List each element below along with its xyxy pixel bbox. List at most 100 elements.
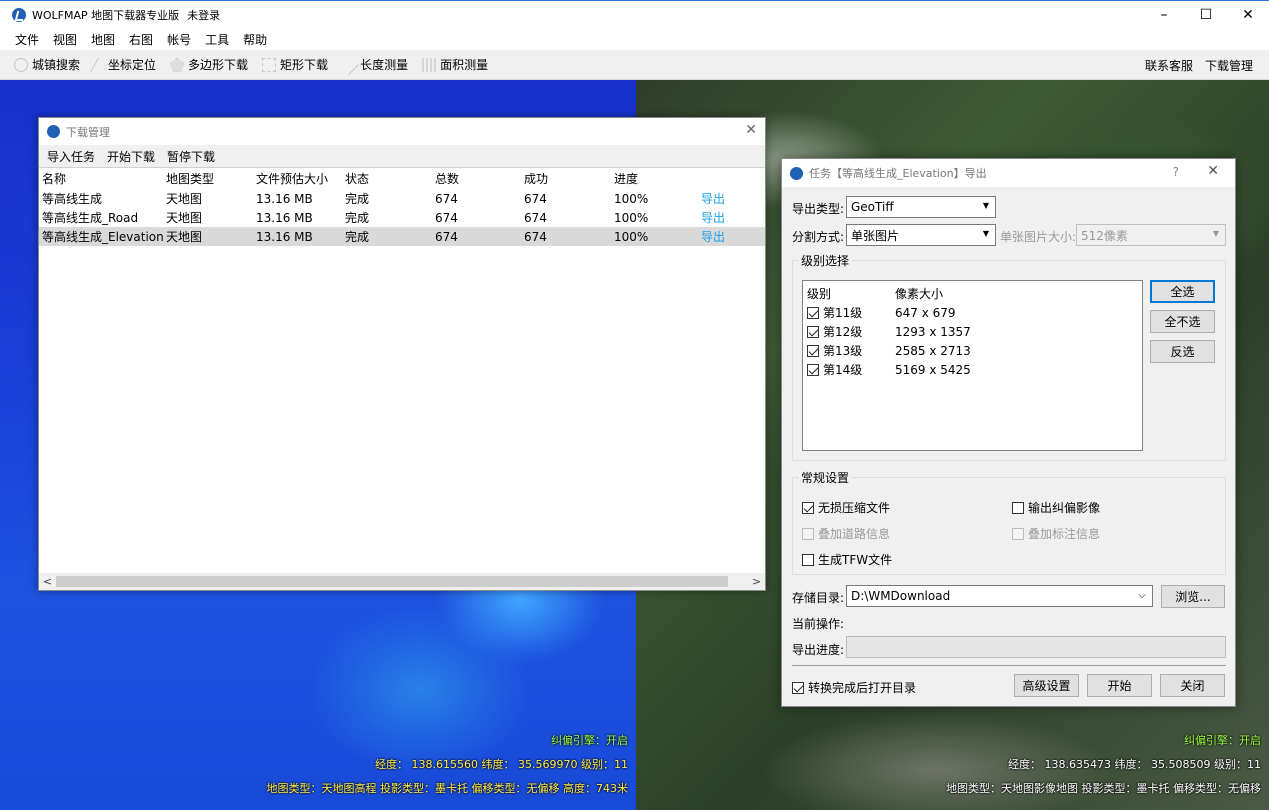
download-manager-button[interactable]: 下载管理 <box>1205 57 1253 74</box>
select-none-button[interactable]: 全不选 <box>1150 310 1215 333</box>
column-header[interactable]: 成功 <box>521 170 611 187</box>
close-icon[interactable]: ✕ <box>745 122 757 138</box>
toolbar-right: 联系客服 下载管理 <box>1133 50 1253 80</box>
overlay-road-checkbox[interactable] <box>802 527 814 540</box>
dropdown-arrow-icon: ▼ <box>1212 229 1219 238</box>
level-pixel-size: 647 x 679 <box>895 305 956 320</box>
browse-button[interactable]: 浏览... <box>1161 585 1225 608</box>
close-dialog-button[interactable]: 关闭 <box>1160 674 1225 697</box>
level-checkbox[interactable] <box>807 363 819 376</box>
table-row[interactable]: 等高线生成_Road 天地图 13.16 MB 完成 674 674 100% … <box>39 208 765 227</box>
table-row[interactable]: 等高线生成 天地图 13.16 MB 完成 674 674 100% 导出 <box>39 189 765 208</box>
corrected-image-checkbox[interactable] <box>1012 501 1024 514</box>
level-checkbox[interactable] <box>807 325 819 338</box>
column-header[interactable]: 状态 <box>342 170 432 187</box>
export-link[interactable]: 导出 <box>698 228 762 245</box>
split-mode-select[interactable]: 单张图片 ▼ <box>846 224 996 246</box>
menu-view[interactable]: 视图 <box>46 31 84 48</box>
horizontal-scrollbar[interactable]: < > <box>39 573 765 590</box>
area-measure-tool[interactable]: 面积测量 <box>422 56 488 73</box>
level-pixel-size: 1293 x 1357 <box>895 324 971 339</box>
import-task-button[interactable]: 导入任务 <box>41 148 101 165</box>
menu-right-map[interactable]: 右图 <box>122 31 160 48</box>
general-group-label: 常规设置 <box>798 469 853 486</box>
scroll-thumb[interactable] <box>56 576 728 587</box>
column-header[interactable]: 名称 <box>39 170 163 187</box>
scroll-left-arrow-icon[interactable]: < <box>39 575 56 588</box>
level-checkbox[interactable] <box>807 306 819 319</box>
start-download-button[interactable]: 开始下载 <box>101 148 161 165</box>
overlay-label-checkbox[interactable] <box>1012 527 1024 540</box>
export-link[interactable]: 导出 <box>698 209 762 226</box>
column-header[interactable]: 文件预估大小 <box>253 170 342 187</box>
level-row[interactable]: 第13级 2585 x 2713 <box>803 341 1142 360</box>
tile-size-value: 512像素 <box>1081 228 1128 243</box>
close-icon[interactable]: ✕ <box>1207 163 1219 179</box>
window-titlebar: WOLFMAP 地图下载器专业版 未登录 – ☐ ✕ <box>0 0 1269 28</box>
scroll-right-arrow-icon[interactable]: > <box>748 575 765 588</box>
rectangle-download-tool[interactable]: 矩形下载 <box>262 56 328 73</box>
menu-help[interactable]: 帮助 <box>236 31 274 48</box>
export-link[interactable]: 导出 <box>698 190 762 207</box>
column-header[interactable]: 像素大小 <box>893 285 1093 302</box>
cell-status: 完成 <box>345 230 370 244</box>
level-name: 第13级 <box>823 344 863 358</box>
split-mode-label: 分割方式: <box>792 230 845 244</box>
tile-size-label: 单张图片大小: <box>1000 230 1077 244</box>
tool-label: 矩形下载 <box>280 58 329 72</box>
level-row[interactable]: 第11级 647 x 679 <box>803 303 1142 322</box>
polygon-download-tool[interactable]: 多边形下载 <box>170 56 248 73</box>
start-button[interactable]: 开始 <box>1087 674 1152 697</box>
cell-total: 674 <box>435 229 458 244</box>
column-header[interactable]: 总数 <box>432 170 521 187</box>
export-dialog-titlebar: 任务【等高线生成_Elevation】导出 ? ✕ <box>782 159 1235 187</box>
column-header[interactable]: 进度 <box>611 170 698 187</box>
tfw-checkbox[interactable] <box>802 553 814 566</box>
lossless-option[interactable]: 无损压缩文件 <box>802 499 890 516</box>
coordinate-locate-tool[interactable]: 坐标定位 <box>89 56 156 73</box>
open-dir-checkbox[interactable] <box>792 681 804 694</box>
left-coords: 经度： 138.615560 纬度： 35.569970 级别：11 <box>375 758 628 771</box>
window-controls: – ☐ ✕ <box>1143 1 1269 29</box>
ruler-icon <box>339 54 359 75</box>
menu-file[interactable]: 文件 <box>8 31 46 48</box>
invert-selection-button[interactable]: 反选 <box>1150 340 1215 363</box>
open-dir-option[interactable]: 转换完成后打开目录 <box>792 679 916 696</box>
cell-success: 674 <box>524 191 547 206</box>
contact-support-button[interactable]: 联系客服 <box>1145 57 1193 74</box>
menu-map[interactable]: 地图 <box>84 31 122 48</box>
overlay-label-option[interactable]: 叠加标注信息 <box>1012 525 1100 542</box>
login-status[interactable]: 未登录 <box>187 7 220 23</box>
advanced-settings-button[interactable]: 高级设置 <box>1014 674 1079 697</box>
storage-dir-select[interactable]: D:\WMDownload ⌵ <box>846 585 1153 607</box>
minimize-button[interactable]: – <box>1143 1 1185 29</box>
cell-name: 等高线生成 <box>42 192 103 206</box>
corrected-image-option[interactable]: 输出纠偏影像 <box>1012 499 1100 516</box>
overlay-road-option[interactable]: 叠加道路信息 <box>802 525 890 542</box>
right-map-info: 地图类型：天地图影像地图 投影类型：墨卡托 偏移类型：无偏移 <box>946 782 1261 795</box>
lossless-checkbox[interactable] <box>802 501 814 514</box>
maximize-button[interactable]: ☐ <box>1185 1 1227 29</box>
tile-size-select[interactable]: 512像素 ▼ <box>1076 224 1226 246</box>
help-icon[interactable]: ? <box>1173 165 1179 179</box>
level-list-header: 级别 像素大小 <box>803 284 1142 303</box>
menu-account[interactable]: 帐号 <box>160 31 198 48</box>
export-type-select[interactable]: GeoTiff ▼ <box>846 196 996 218</box>
level-row[interactable]: 第12级 1293 x 1357 <box>803 322 1142 341</box>
length-measure-tool[interactable]: 长度测量 <box>339 54 408 75</box>
table-row-selected[interactable]: 等高线生成_Elevation 天地图 13.16 MB 完成 674 674 … <box>39 227 765 246</box>
column-header[interactable]: 级别 <box>803 285 893 302</box>
cell-name: 等高线生成_Road <box>42 211 139 225</box>
level-row[interactable]: 第14级 5169 x 5425 <box>803 360 1142 379</box>
cell-size: 13.16 MB <box>256 229 313 244</box>
tfw-label: 生成TFW文件 <box>818 553 893 567</box>
town-search-tool[interactable]: 城镇搜索 <box>14 56 80 73</box>
pause-download-button[interactable]: 暂停下载 <box>161 148 221 165</box>
select-all-button[interactable]: 全选 <box>1150 280 1215 303</box>
tfw-option[interactable]: 生成TFW文件 <box>802 551 892 568</box>
column-header[interactable]: 地图类型 <box>163 170 253 187</box>
menu-tools[interactable]: 工具 <box>198 31 236 48</box>
tool-label: 城镇搜索 <box>32 58 81 72</box>
level-checkbox[interactable] <box>807 344 819 357</box>
close-button[interactable]: ✕ <box>1227 1 1269 29</box>
